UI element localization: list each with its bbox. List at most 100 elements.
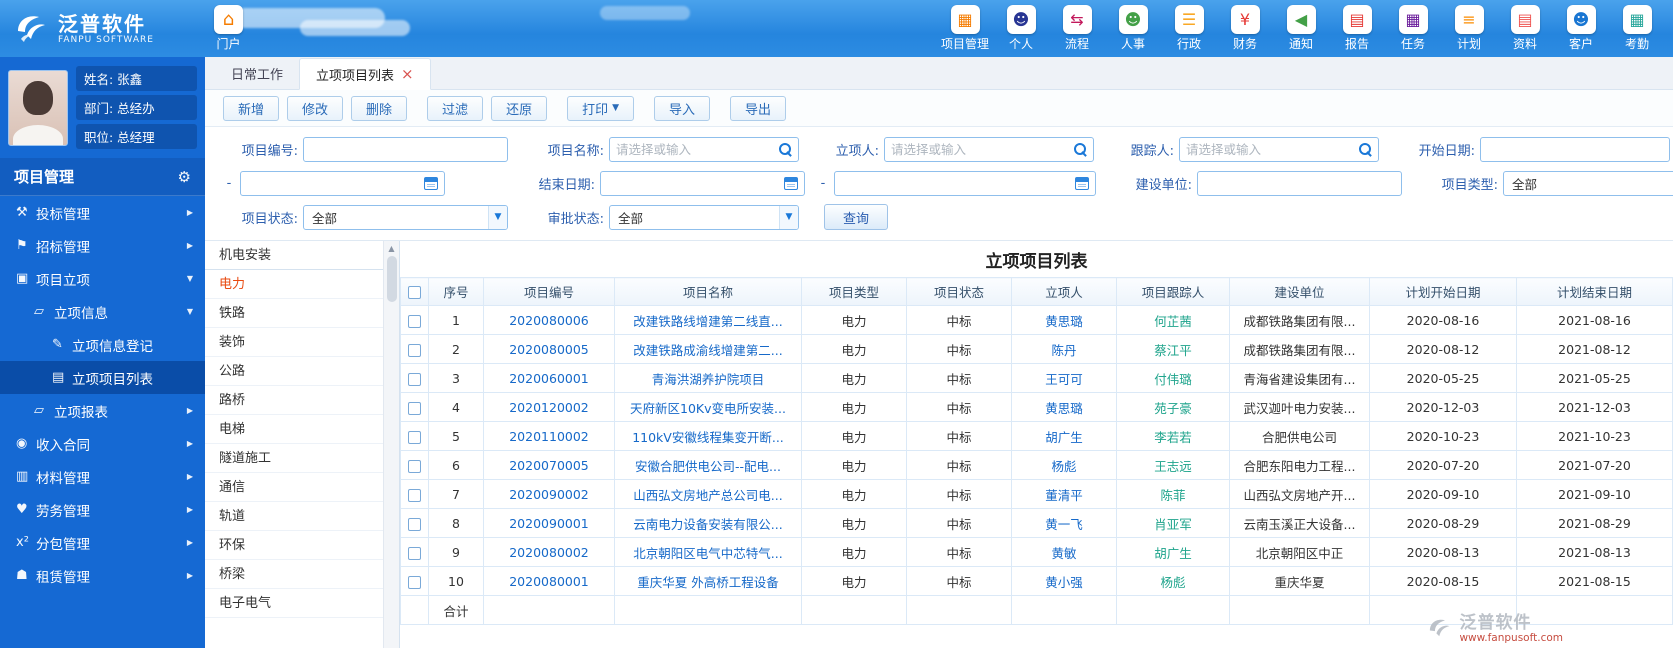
cell-name[interactable]: 改建铁路线增建第二线直... — [615, 306, 802, 335]
category-item-electronics[interactable]: 电子电气 — [205, 589, 383, 618]
start-date-from-input[interactable] — [1481, 138, 1669, 161]
checkbox-icon[interactable] — [408, 286, 421, 299]
tracker-input[interactable] — [1180, 138, 1358, 161]
checkbox-icon[interactable] — [408, 431, 421, 444]
topnav-item-plan[interactable]: ≡计划 — [1447, 5, 1491, 52]
checkbox-icon[interactable] — [408, 576, 421, 589]
cell-name[interactable]: 山西弘文房地产总公司电... — [615, 480, 802, 509]
cell-name[interactable]: 重庆华夏 外高桥工程设备 — [615, 567, 802, 596]
cell-initiator[interactable]: 杨彪 — [1012, 451, 1117, 480]
cell-code[interactable]: 2020070005 — [484, 451, 615, 480]
project-status-select[interactable]: 全部 ▼ — [303, 205, 508, 230]
tab-daily-work[interactable]: 日常工作 — [215, 57, 299, 89]
cell-code[interactable]: 2020060001 — [484, 364, 615, 393]
cell-tracker[interactable]: 苑子豪 — [1117, 393, 1230, 422]
category-item-elevator[interactable]: 电梯 — [205, 415, 383, 444]
export-button[interactable]: 导出 — [730, 96, 786, 121]
category-item-mech-electrical[interactable]: 机电安装 — [205, 241, 383, 270]
checkbox-icon[interactable] — [408, 315, 421, 328]
cell-code[interactable]: 2020080002 — [484, 538, 615, 567]
cell-name[interactable]: 110kV安徽线程集变开断... — [615, 422, 802, 451]
topnav-item-project-mgmt[interactable]: ▦项目管理 — [943, 5, 987, 52]
cell-name[interactable]: 改建铁路成渝线增建第二... — [615, 335, 802, 364]
cell-initiator[interactable]: 黄思璐 — [1012, 306, 1117, 335]
sidebar-item-labor-mgmt[interactable]: ♥劳务管理▶ — [0, 493, 205, 526]
cell-tracker[interactable]: 肖亚军 — [1117, 509, 1230, 538]
cell-tracker[interactable]: 蔡江平 — [1117, 335, 1230, 364]
initiator-input[interactable] — [885, 138, 1073, 161]
topnav-item-docs[interactable]: ▤资料 — [1503, 5, 1547, 52]
sidebar-item-tender-mgmt[interactable]: ⚑招标管理▶ — [0, 229, 205, 262]
cell-code[interactable]: 2020120002 — [484, 393, 615, 422]
cell-initiator[interactable]: 黄敏 — [1012, 538, 1117, 567]
topnav-item-hr[interactable]: ☻人事 — [1111, 5, 1155, 52]
print-button[interactable]: 打印▼ — [567, 96, 634, 121]
scroll-up-icon[interactable]: ▲ — [388, 241, 394, 256]
cell-code[interactable]: 2020090002 — [484, 480, 615, 509]
add-button[interactable]: 新增 — [223, 96, 279, 121]
topnav-item-finance[interactable]: ¥财务 — [1223, 5, 1267, 52]
tab-initiation-project-list[interactable]: 立项项目列表× — [299, 58, 431, 90]
calendar-icon[interactable] — [784, 177, 798, 190]
category-item-highway[interactable]: 公路 — [205, 357, 383, 386]
sidebar-item-initiation-info-register[interactable]: ✎立项信息登记 — [0, 328, 205, 361]
sidebar-item-material-mgmt[interactable]: ▥材料管理▶ — [0, 460, 205, 493]
category-item-tunnel[interactable]: 隧道施工 — [205, 444, 383, 473]
calendar-icon[interactable] — [424, 177, 438, 190]
category-item-rail-transit[interactable]: 轨道 — [205, 502, 383, 531]
filter-button[interactable]: 过滤 — [427, 96, 483, 121]
sidebar-item-initiation-reports[interactable]: ▱立项报表▶ — [0, 394, 205, 427]
category-item-environment[interactable]: 环保 — [205, 531, 383, 560]
cell-tracker[interactable]: 胡广生 — [1117, 538, 1230, 567]
cell-initiator[interactable]: 黄思璐 — [1012, 393, 1117, 422]
sidebar-item-initiation-info[interactable]: ▱立项信息▼ — [0, 295, 205, 328]
cell-name[interactable]: 云南电力设备安装有限公... — [615, 509, 802, 538]
restore-button[interactable]: 还原 — [491, 96, 547, 121]
import-button[interactable]: 导入 — [654, 96, 710, 121]
topnav-item-report[interactable]: ▤报告 — [1335, 5, 1379, 52]
category-item-railway[interactable]: 铁路 — [205, 299, 383, 328]
cell-initiator[interactable]: 胡广生 — [1012, 422, 1117, 451]
query-button[interactable]: 查询 — [824, 204, 888, 230]
delete-button[interactable]: 删除 — [351, 96, 407, 121]
cell-initiator[interactable]: 黄小强 — [1012, 567, 1117, 596]
cell-initiator[interactable]: 黄一飞 — [1012, 509, 1117, 538]
cell-tracker[interactable]: 付伟璐 — [1117, 364, 1230, 393]
cell-tracker[interactable]: 杨彪 — [1117, 567, 1230, 596]
category-item-telecom[interactable]: 通信 — [205, 473, 383, 502]
cell-name[interactable]: 安徽合肥供电公司--配电... — [615, 451, 802, 480]
start-date-to-input[interactable] — [241, 172, 424, 195]
topnav-item-workflow[interactable]: ⇆流程 — [1055, 5, 1099, 52]
category-item-decoration[interactable]: 装饰 — [205, 328, 383, 357]
edit-button[interactable]: 修改 — [287, 96, 343, 121]
checkbox-icon[interactable] — [408, 460, 421, 473]
cell-tracker[interactable]: 王志远 — [1117, 451, 1230, 480]
approval-status-select[interactable]: 全部 ▼ — [609, 205, 799, 230]
cell-code[interactable]: 2020090001 — [484, 509, 615, 538]
cell-code[interactable]: 2020110002 — [484, 422, 615, 451]
project-no-input[interactable] — [304, 138, 507, 161]
checkbox-icon[interactable] — [408, 373, 421, 386]
cell-code[interactable]: 2020080006 — [484, 306, 615, 335]
category-item-road-bridge[interactable]: 路桥 — [205, 386, 383, 415]
sidebar-item-project-initiation[interactable]: ▣项目立项▼ — [0, 262, 205, 295]
build-unit-input[interactable] — [1198, 172, 1401, 195]
topnav-item-task[interactable]: ▦任务 — [1391, 5, 1435, 52]
cell-name[interactable]: 北京朝阳区电气中芯特气... — [615, 538, 802, 567]
nav-portal[interactable]: ⌂ 门户 — [214, 5, 243, 52]
topnav-item-personal[interactable]: ☻个人 — [999, 5, 1043, 52]
search-icon[interactable] — [778, 142, 793, 157]
checkbox-icon[interactable] — [408, 518, 421, 531]
project-name-input[interactable] — [610, 138, 778, 161]
cell-name[interactable]: 青海洪湖养护院项目 — [615, 364, 802, 393]
project-type-select[interactable]: 全部 ▼ — [1503, 171, 1673, 196]
sidebar-item-bid-mgmt[interactable]: ⚒投标管理▶ — [0, 196, 205, 229]
cell-initiator[interactable]: 董清平 — [1012, 480, 1117, 509]
topnav-item-customer[interactable]: ☻客户 — [1559, 5, 1603, 52]
checkbox-icon[interactable] — [408, 402, 421, 415]
end-date-to-input[interactable] — [835, 172, 1075, 195]
cell-initiator[interactable]: 王可可 — [1012, 364, 1117, 393]
topnav-item-admin[interactable]: ☰行政 — [1167, 5, 1211, 52]
sidebar-item-income-contract[interactable]: ◉收入合同▶ — [0, 427, 205, 460]
checkbox-icon[interactable] — [408, 489, 421, 502]
